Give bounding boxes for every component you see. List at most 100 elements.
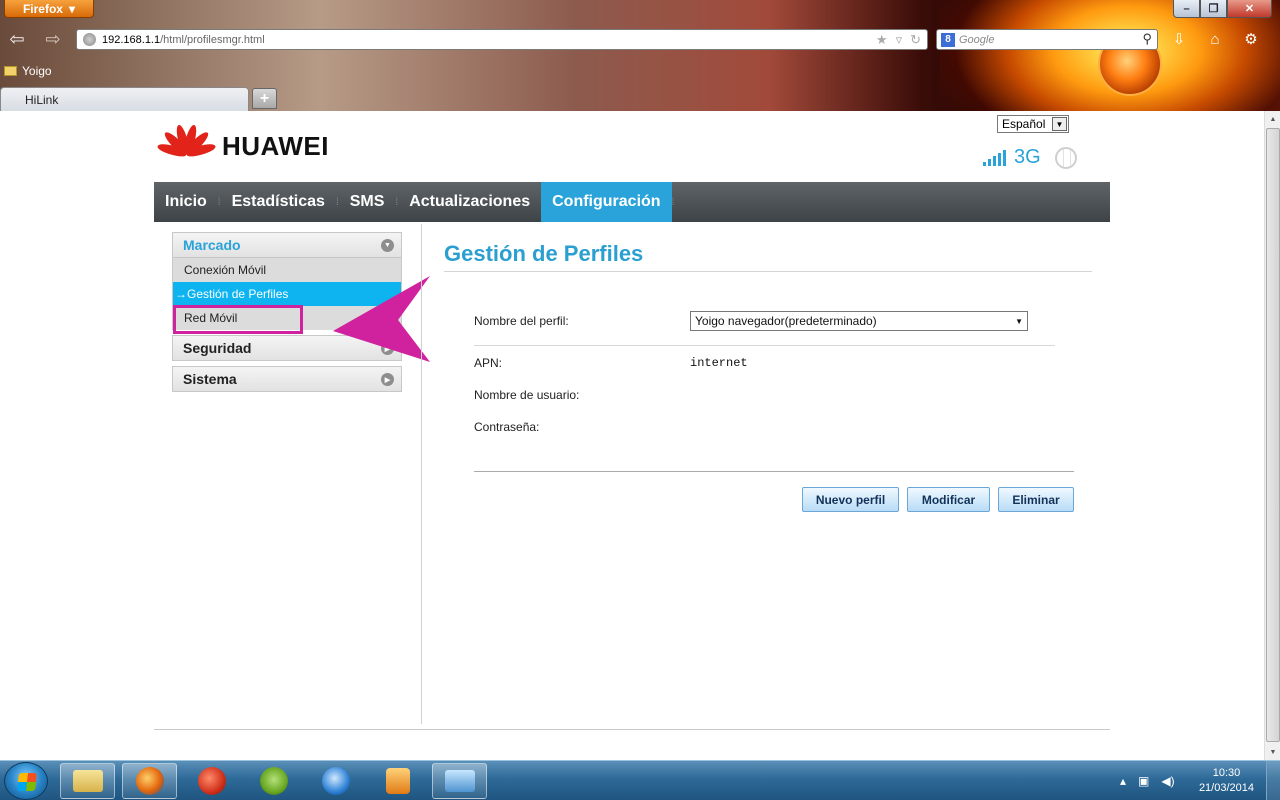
firefox-menu-label: Firefox xyxy=(22,1,63,16)
url-host: 192.168.1.1 xyxy=(102,33,161,46)
nav-sms[interactable]: SMS xyxy=(339,182,396,222)
scroll-up-icon[interactable]: ▲ xyxy=(1265,111,1280,127)
apn-label: APN: xyxy=(474,356,503,370)
download-icon[interactable]: ⇩ xyxy=(1168,28,1190,50)
chevron-down-icon[interactable]: ▼ xyxy=(1015,317,1023,326)
vertical-scrollbar[interactable]: ▲ ▼ xyxy=(1264,111,1280,760)
profile-name-select[interactable]: Yoigo navegador(predeterminado) ▼ xyxy=(690,311,1028,331)
start-button[interactable] xyxy=(4,762,48,800)
plus-icon: + xyxy=(259,89,270,107)
media-player-icon xyxy=(385,768,410,794)
footer-divider xyxy=(154,729,1110,730)
show-hidden-icons-icon[interactable]: ▴ xyxy=(1120,774,1126,788)
site-identity-icon[interactable] xyxy=(83,33,96,46)
bookmark-yoigo[interactable]: Yoigo xyxy=(4,64,52,78)
back-arrow-icon[interactable]: ⇦ xyxy=(6,28,28,50)
browser-chrome: Firefox ▾ – ❐ ✕ ⇦ ⇨ 192.168.1.1 /html/pr… xyxy=(0,0,1280,111)
new-profile-button[interactable]: Nuevo perfil xyxy=(802,487,899,512)
huawei-flower-icon xyxy=(156,123,217,168)
taskbar-media-player[interactable] xyxy=(370,763,425,799)
tab-title: HiLink xyxy=(25,93,59,107)
side-group-sistema[interactable]: Sistema ▶ xyxy=(172,366,402,392)
spotify-icon xyxy=(259,767,288,795)
side-group-label: Seguridad xyxy=(183,340,252,356)
side-item-conexion-movil[interactable]: Conexión Móvil xyxy=(172,258,402,282)
firefox-icon xyxy=(135,767,164,795)
google-engine-icon[interactable]: 8 xyxy=(941,32,955,47)
addon-icon[interactable]: ⚙ xyxy=(1240,28,1262,50)
side-group-label: Marcado xyxy=(183,237,241,253)
chevron-down-icon[interactable]: ▼ xyxy=(1052,117,1067,131)
router-page: Español ▼ HUAWEI 3G Inicio ⁞ Estadística… xyxy=(0,111,1264,760)
language-value: Español xyxy=(1002,117,1046,131)
brand-wordmark: HUAWEI xyxy=(222,130,329,161)
forward-arrow-icon[interactable]: ⇨ xyxy=(42,28,64,50)
search-icon[interactable]: ⚲ xyxy=(1142,31,1152,47)
side-item-red-movil[interactable]: Red Móvil xyxy=(172,306,402,330)
expand-icon[interactable]: ▶ xyxy=(381,342,394,355)
url-bar[interactable]: 192.168.1.1 /html/profilesmgr.html ★ ▿ ↻ xyxy=(76,29,928,50)
firefox-menu-button[interactable]: Firefox ▾ xyxy=(4,0,94,18)
close-icon[interactable]: ✕ xyxy=(1227,0,1272,18)
show-desktop-button[interactable] xyxy=(1266,761,1280,800)
restore-icon[interactable]: ❐ xyxy=(1200,0,1227,18)
itunes-icon xyxy=(321,767,350,795)
taskbar-firefox[interactable] xyxy=(122,763,177,799)
search-bar[interactable]: 8 Google ⚲ xyxy=(936,29,1158,50)
taskbar-explorer[interactable] xyxy=(60,763,115,799)
page-title: Gestión de Perfiles xyxy=(444,241,644,266)
network-tray-icon[interactable]: ▣ xyxy=(1138,774,1149,788)
minimize-icon[interactable]: – xyxy=(1173,0,1200,18)
network-type: 3G xyxy=(1014,146,1041,168)
clock-date: 21/03/2014 xyxy=(1198,782,1254,794)
password-label: Contraseña: xyxy=(474,420,540,434)
main-navigation: Inicio ⁞ Estadísticas ⁞ SMS ⁞ Actualizac… xyxy=(154,182,1110,222)
nav-estadisticas[interactable]: Estadísticas xyxy=(221,182,336,222)
taskbar-ccleaner[interactable] xyxy=(184,763,239,799)
home-icon[interactable]: ⌂ xyxy=(1204,28,1226,50)
volume-icon[interactable]: ◀) xyxy=(1161,774,1174,788)
title-divider xyxy=(444,271,1092,272)
taskbar-spotify[interactable] xyxy=(246,763,301,799)
scrollbar-thumb[interactable] xyxy=(1266,128,1280,742)
url-path: /html/profilesmgr.html xyxy=(160,33,265,46)
folder-icon xyxy=(4,66,17,76)
collapse-icon[interactable]: ▼ xyxy=(381,239,394,252)
side-group-marcado[interactable]: Marcado ▼ xyxy=(172,232,402,258)
scroll-down-icon[interactable]: ▼ xyxy=(1265,744,1280,760)
nav-configuracion[interactable]: Configuración xyxy=(541,182,672,222)
tab-hilink[interactable]: HiLink xyxy=(0,87,249,111)
buttons-divider xyxy=(474,471,1074,472)
profile-name-value: Yoigo navegador(predeterminado) xyxy=(695,314,877,328)
monitor-icon xyxy=(444,770,475,792)
ccleaner-icon xyxy=(197,767,226,795)
content-divider xyxy=(421,224,422,724)
modify-button[interactable]: Modificar xyxy=(907,487,990,512)
nav-actualizaciones[interactable]: Actualizaciones xyxy=(398,182,541,222)
bookmark-star-icon[interactable]: ★ xyxy=(876,32,888,48)
internet-globe-icon xyxy=(1054,146,1077,169)
url-bar-icons: ★ ▿ ↻ xyxy=(876,32,921,48)
nav-separator: ⁞ xyxy=(671,196,675,208)
bookmark-label: Yoigo xyxy=(22,64,52,78)
nav-inicio[interactable]: Inicio xyxy=(154,182,218,222)
folder-icon xyxy=(72,770,103,792)
system-tray: ▴ ▣ ◀) xyxy=(1110,761,1280,800)
search-placeholder: Google xyxy=(959,33,995,46)
taskbar-remote-desktop[interactable] xyxy=(432,763,487,799)
side-group-seguridad[interactable]: Seguridad ▶ xyxy=(172,335,402,361)
reload-icon[interactable]: ↻ xyxy=(910,32,921,48)
language-select[interactable]: Español ▼ xyxy=(997,115,1069,133)
dropdown-arrow-icon[interactable]: ▿ xyxy=(896,32,903,48)
huawei-logo: HUAWEI xyxy=(156,123,329,168)
connection-status: 3G xyxy=(983,146,1077,169)
settings-side-menu: Marcado ▼ Conexión Móvil →Gestión de Per… xyxy=(172,232,402,392)
taskbar-clock[interactable]: 10:30 21/03/2014 xyxy=(1199,766,1254,796)
delete-button[interactable]: Eliminar xyxy=(998,487,1074,512)
expand-icon[interactable]: ▶ xyxy=(381,373,394,386)
taskbar-itunes[interactable] xyxy=(308,763,363,799)
side-item-gestion-perfiles[interactable]: →Gestión de Perfiles xyxy=(172,282,402,306)
signal-strength-icon xyxy=(983,149,1006,166)
new-tab-button[interactable]: + xyxy=(252,88,277,109)
windows-logo-icon xyxy=(17,773,37,791)
